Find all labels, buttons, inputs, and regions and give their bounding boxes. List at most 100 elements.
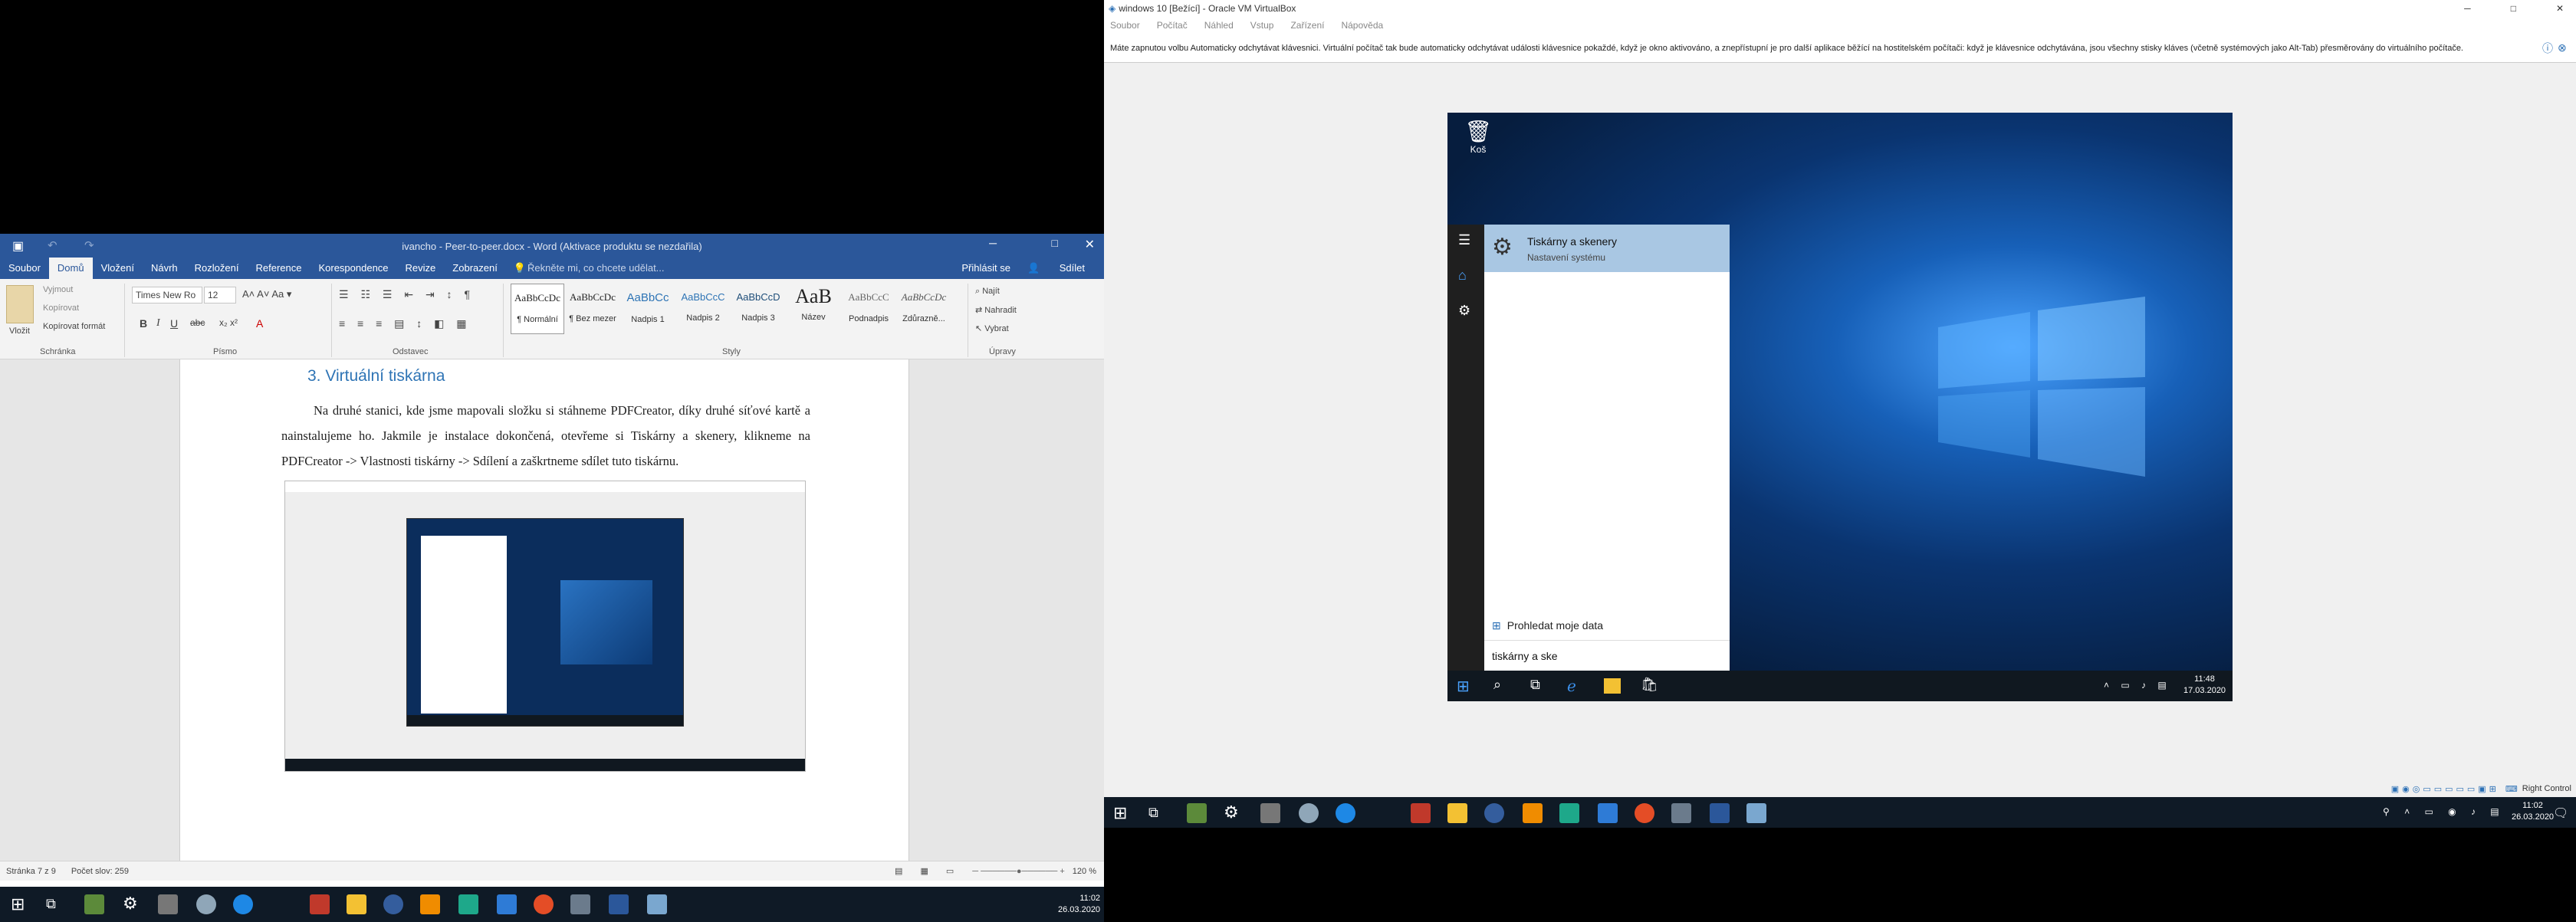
edge-icon[interactable]: ℯ (1567, 677, 1576, 696)
calculator-icon[interactable] (158, 894, 178, 914)
chrome-icon[interactable] (534, 894, 554, 914)
info-icon[interactable]: ⓘ (2542, 41, 2553, 56)
menu-soubor[interactable]: Soubor (1110, 20, 1140, 31)
share-button[interactable]: 👤 Sdílet (1019, 258, 1104, 279)
minimize-icon[interactable]: ─ (989, 237, 997, 249)
vm-clock-date[interactable]: 17.03.2020 (2183, 685, 2226, 697)
minimize-icon[interactable]: ─ (2464, 3, 2471, 14)
browser-icon[interactable] (233, 894, 253, 914)
list-icons[interactable]: ☰ ☷ ☰ ⇤ ⇥ ↕ ¶ (339, 288, 475, 301)
gear-icon[interactable]: ⚙ (1458, 303, 1470, 319)
app-icon[interactable] (1187, 803, 1207, 823)
tab-korespondence[interactable]: Korespondence (310, 258, 396, 279)
task-view-icon[interactable]: ⧉ (46, 896, 56, 912)
browser-icon[interactable] (1336, 803, 1355, 823)
mail-icon[interactable] (310, 894, 330, 914)
shield-icon[interactable] (196, 894, 216, 914)
mail-icon[interactable] (1411, 803, 1431, 823)
bold-icon[interactable]: B (140, 317, 147, 330)
subscript-icon[interactable]: x₂ x² (219, 317, 238, 328)
font-size-select[interactable]: 12 (204, 287, 236, 304)
italic-icon[interactable]: I (156, 317, 160, 330)
close-icon[interactable]: ✕ (1085, 237, 1095, 252)
style-title[interactable]: AaB Název (787, 284, 840, 334)
recycle-bin[interactable]: 🗑 Koš (1463, 119, 1493, 155)
folder-icon[interactable] (1604, 678, 1621, 694)
app-icon[interactable] (497, 894, 517, 914)
view-icons[interactable]: ▤ ▦ ▭ (895, 866, 961, 876)
vm-screen[interactable]: 🗑 Koš ☰ ⌂ ⚙ ⚙ Tiskárny a skenery Nastave… (1447, 113, 2233, 701)
style-heading-3[interactable]: AaBbCcD Nadpis 3 (731, 284, 785, 334)
style-normal[interactable]: AaBbCcDc ¶ Normální (511, 284, 564, 334)
paste-button[interactable]: Vložit (9, 326, 30, 336)
style-no-spacing[interactable]: AaBbCcDc ¶ Bez mezer (566, 284, 619, 334)
search-my-data[interactable]: ⊞ Prohledat moje data (1484, 612, 1730, 638)
tab-vlozeni[interactable]: Vložení (93, 258, 143, 279)
vm-tray-icons[interactable]: ˄ ▭ ♪ ▤ (2104, 680, 2171, 691)
device-status-icons[interactable]: ▣◉◎▭▭▭▭▭▣⊞ (2391, 784, 2499, 794)
search-input[interactable]: tiskárny a ske (1484, 640, 1730, 671)
zoom-slider[interactable]: ─ ──────●────── + (972, 867, 1065, 876)
document-page[interactable]: 3. Virtuální tiskárna Na druhé stanici, … (179, 359, 909, 861)
format-painter-button[interactable]: Kopírovat formát (43, 322, 105, 331)
replace-button[interactable]: ⇄ Nahradit (975, 305, 1017, 315)
cut-button[interactable]: Vyjmout (43, 285, 73, 294)
host-tray-icons[interactable]: ⚲ ˄ ▭ ◉ ♪ ▤ (2383, 806, 2505, 817)
task-view-icon[interactable]: ⧉ (1148, 805, 1158, 821)
host-clock-date[interactable]: 26.03.2020 (2512, 812, 2554, 823)
app-icon[interactable] (1484, 803, 1504, 823)
grow-font-icon[interactable]: A˄ A˅ Aa ▾ (242, 288, 291, 300)
tab-revize[interactable]: Revize (397, 258, 445, 279)
windows-start-icon[interactable]: ⊞ (1457, 677, 1470, 696)
menu-zarizeni[interactable]: Zařízení (1290, 20, 1324, 31)
style-heading-1[interactable]: AaBbCc Nadpis 1 (621, 284, 675, 334)
task-view-icon[interactable]: ⧉ (1530, 677, 1540, 693)
strikethrough-icon[interactable]: abc (190, 317, 205, 328)
close-notice-icon[interactable]: ⊗ (2558, 41, 2567, 54)
align-icons[interactable]: ≡ ≡ ≡ ▤ ↕ ◧ ▦ (339, 317, 472, 330)
vlc-icon[interactable] (1523, 803, 1543, 823)
word-icon[interactable] (1710, 803, 1730, 823)
sign-in-link[interactable]: Přihlásit se (953, 258, 1019, 279)
style-heading-2[interactable]: AaBbCcC Nadpis 2 (676, 284, 730, 334)
folder-icon[interactable] (1447, 803, 1467, 823)
hamburger-icon[interactable]: ☰ (1458, 232, 1470, 248)
app-icon[interactable] (1598, 803, 1618, 823)
host-clock-time[interactable]: 11:02 (2512, 800, 2554, 812)
app-icon[interactable] (458, 894, 478, 914)
document-canvas[interactable]: 3. Virtuální tiskárna Na druhé stanici, … (0, 359, 1104, 861)
app-icon[interactable] (84, 894, 104, 914)
style-subtitle[interactable]: AaBbCcC Podnadpis (842, 284, 895, 334)
select-button[interactable]: ↖ Vybrat (975, 323, 1009, 333)
style-emphasis[interactable]: AaBbCcDc Zdůrazně... (897, 284, 951, 334)
app-icon[interactable] (570, 894, 590, 914)
close-icon[interactable]: ✕ (2556, 3, 2564, 14)
home-icon[interactable]: ⌂ (1458, 267, 1467, 284)
shield-icon[interactable] (1299, 803, 1319, 823)
tell-me-input[interactable]: Řekněte mi, co chcete udělat... (527, 258, 664, 279)
find-button[interactable]: ⌕ Najít (975, 287, 1000, 297)
maximize-icon[interactable]: □ (1052, 237, 1058, 249)
chrome-icon[interactable] (1635, 803, 1654, 823)
tab-rozlozeni[interactable]: Rozložení (186, 258, 248, 279)
font-color-icon[interactable]: A (256, 317, 263, 330)
calculator-icon[interactable] (1260, 803, 1280, 823)
tab-reference[interactable]: Reference (247, 258, 310, 279)
app-icon[interactable] (383, 894, 403, 914)
tab-soubor[interactable]: Soubor (0, 258, 49, 279)
menu-pocitac[interactable]: Počítač (1157, 20, 1188, 31)
maximize-icon[interactable]: □ (2511, 3, 2516, 14)
menu-nahled[interactable]: Náhled (1204, 20, 1234, 31)
menu-vstup[interactable]: Vstup (1250, 20, 1274, 31)
tab-navrh[interactable]: Návrh (143, 258, 186, 279)
windows-start-icon[interactable]: ⊞ (11, 894, 25, 914)
tab-zobrazeni[interactable]: Zobrazení (444, 258, 506, 279)
host-clock-time[interactable]: 11:02 (1058, 893, 1100, 904)
word-icon[interactable] (609, 894, 629, 914)
app-icon[interactable] (1559, 803, 1579, 823)
store-icon[interactable]: 🛍 (1641, 677, 1658, 693)
vlc-icon[interactable] (420, 894, 440, 914)
gear-icon[interactable]: ⚙ (1224, 802, 1239, 822)
tab-domu[interactable]: Domů (48, 258, 93, 279)
app-icon[interactable] (1671, 803, 1691, 823)
